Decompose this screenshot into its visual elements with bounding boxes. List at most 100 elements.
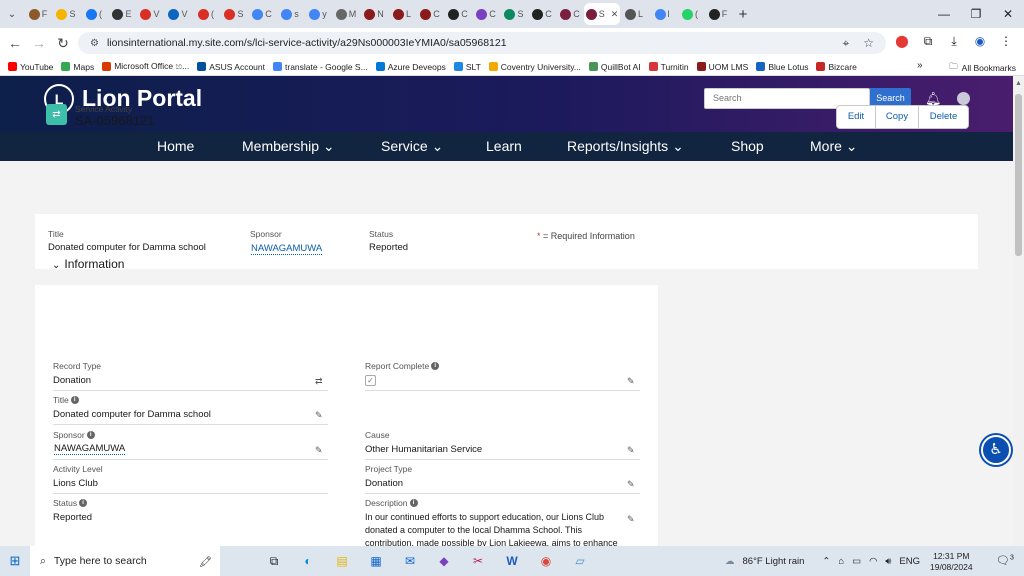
close-tab-icon[interactable]: ✕ <box>611 9 619 20</box>
sponsor-link[interactable]: NAWAGAMUWA <box>54 443 126 455</box>
snipping-tool-icon[interactable]: ✂ <box>468 552 488 570</box>
input-language[interactable]: ENG <box>899 556 920 567</box>
site-info-icon[interactable]: ⚙ <box>90 38 99 49</box>
bookmark-item[interactable]: ASUS Account <box>197 61 265 72</box>
info-icon[interactable]: i <box>431 362 440 370</box>
taskbar-clock[interactable]: 12:31 PM 19/08/2024 <box>930 551 973 573</box>
extensions-puzzle-icon[interactable]: ⧉ <box>920 34 936 49</box>
browser-tab[interactable]: V <box>136 3 164 25</box>
bookmark-item[interactable]: Azure Deveops <box>375 61 446 72</box>
browser-tab[interactable]: S ✕ <box>584 3 620 25</box>
edit-report-complete-pencil-icon[interactable]: ✎ <box>627 376 635 387</box>
delete-button[interactable]: Delete <box>918 106 968 128</box>
info-icon[interactable]: i <box>70 396 79 404</box>
bookmark-item[interactable]: Maps <box>61 61 94 72</box>
nav-service[interactable]: Service ⌄ <box>381 138 443 155</box>
battery-icon[interactable]: ▭ <box>852 556 861 567</box>
browser-tab[interactable]: L <box>620 3 648 25</box>
volume-icon[interactable]: 🔊︎ <box>885 556 891 567</box>
info-icon[interactable]: i <box>409 499 418 507</box>
store-icon[interactable]: ▦ <box>366 552 386 570</box>
more-bookmarks-chevron-icon[interactable]: » <box>917 60 923 71</box>
bookmark-item[interactable]: Coventry University... <box>488 61 581 72</box>
edit-button[interactable]: Edit <box>837 106 875 128</box>
wifi-icon[interactable]: ◠ <box>869 556 877 567</box>
accessibility-button[interactable]: ♿︎ <box>981 435 1011 465</box>
location-icon[interactable]: ⌖ <box>842 36 849 51</box>
browser-tab[interactable]: C <box>248 3 276 25</box>
bookmark-item[interactable]: YouTube <box>8 61 53 72</box>
browser-tab[interactable]: F <box>704 3 732 25</box>
nav-membership[interactable]: Membership ⌄ <box>242 138 335 155</box>
nav-more[interactable]: More ⌄ <box>810 138 858 155</box>
notepad-icon[interactable]: ▱ <box>570 552 590 570</box>
info-icon[interactable]: i <box>86 431 95 439</box>
edit-title-pencil-icon[interactable]: ✎ <box>315 410 323 421</box>
close-window-icon[interactable]: ✕ <box>992 7 1024 21</box>
adblock-extension-icon[interactable]: ⬤ <box>894 34 910 49</box>
taskbar-search-box[interactable]: ⌕ Type here to search 🖍︎ <box>30 546 220 576</box>
browser-tab[interactable]: M <box>332 3 360 25</box>
scroll-up-icon[interactable]: ▲ <box>1015 80 1022 87</box>
browser-tab[interactable]: S <box>220 3 248 25</box>
task-view-icon[interactable]: ⧉ <box>264 552 284 570</box>
edit-description-pencil-icon[interactable]: ✎ <box>627 514 635 525</box>
nav-learn[interactable]: Learn <box>486 138 522 154</box>
forward-arrow-icon[interactable]: → <box>27 35 51 51</box>
tab-search-chevron-icon[interactable]: ⌄ <box>0 9 24 20</box>
notification-center-icon[interactable]: 🗨︎3 <box>996 554 1014 567</box>
bookmark-item[interactable]: UOM LMS <box>696 61 748 72</box>
bookmark-item[interactable]: Bizcare <box>816 61 857 72</box>
browser-tab[interactable]: L <box>388 3 416 25</box>
nav-reports-insights[interactable]: Reports/Insights ⌄ <box>567 138 684 155</box>
bookmark-item[interactable]: SLT <box>453 61 481 72</box>
profile-avatar-icon[interactable]: ◉ <box>972 34 988 49</box>
highlight-sponsor-link[interactable]: NAWAGAMUWA <box>251 243 323 255</box>
star-bookmark-icon[interactable]: ☆ <box>863 36 874 51</box>
browser-tab[interactable]: C <box>528 3 556 25</box>
weather-text[interactable]: 86°F Light rain <box>743 556 805 567</box>
browser-tab[interactable]: V <box>164 3 192 25</box>
browser-tab[interactable]: S <box>500 3 528 25</box>
browser-tab[interactable]: N <box>360 3 388 25</box>
bookmark-item[interactable]: Blue Lotus <box>756 61 808 72</box>
browser-tab[interactable]: C <box>416 3 444 25</box>
all-bookmarks-button[interactable]: 🗀 All Bookmarks <box>949 61 1016 75</box>
browser-tab[interactable]: C <box>556 3 584 25</box>
network-icon[interactable]: ⌂ <box>838 556 844 567</box>
browser-tab[interactable]: l <box>648 3 676 25</box>
browser-tab[interactable]: ( <box>80 3 108 25</box>
nav-home[interactable]: Home <box>157 138 194 154</box>
section-information-toggle[interactable]: ⌄ Information <box>52 257 124 271</box>
tray-chevron-up-icon[interactable]: ⌃ <box>822 556 830 567</box>
edge-icon[interactable]: ◐ <box>298 552 318 570</box>
page-scrollbar[interactable]: ▲ <box>1013 76 1024 546</box>
browser-menu-icon[interactable]: ⋮ <box>998 34 1014 49</box>
edit-sponsor-pencil-icon[interactable]: ✎ <box>315 445 323 456</box>
weather-cloud-icon[interactable]: ☁︎ <box>725 556 735 567</box>
file-explorer-icon[interactable]: ▤ <box>332 552 352 570</box>
browser-tab[interactable]: ( <box>676 3 704 25</box>
edit-project-type-pencil-icon[interactable]: ✎ <box>627 479 635 490</box>
minimize-icon[interactable]: — <box>928 7 960 21</box>
mail-icon[interactable]: ✉ <box>400 552 420 570</box>
windows-start-icon[interactable]: ⊞ <box>0 553 30 569</box>
browser-tab[interactable]: E <box>108 3 136 25</box>
browser-tab[interactable]: S <box>52 3 80 25</box>
bookmark-item[interactable]: Microsoft Office හ... <box>102 61 189 72</box>
browser-tab[interactable]: ( <box>192 3 220 25</box>
change-record-type-icon[interactable]: ⇄ <box>315 376 323 387</box>
browser-tab[interactable]: C <box>472 3 500 25</box>
download-icon[interactable]: ⤓ <box>946 34 962 49</box>
chrome-icon[interactable]: ◉ <box>536 552 556 570</box>
browser-tab[interactable]: s <box>276 3 304 25</box>
word-icon[interactable]: W <box>502 552 522 570</box>
browser-tab[interactable]: C <box>444 3 472 25</box>
bookmark-item[interactable]: QuillBot AI <box>588 61 641 72</box>
info-icon[interactable]: i <box>79 499 88 507</box>
user-avatar[interactable] <box>957 92 970 105</box>
reload-icon[interactable]: ↻ <box>51 35 75 52</box>
bookmark-item[interactable]: translate - Google S... <box>273 61 368 72</box>
bookmark-item[interactable]: Turnitin <box>648 61 689 72</box>
restore-icon[interactable]: ❐ <box>960 7 992 21</box>
